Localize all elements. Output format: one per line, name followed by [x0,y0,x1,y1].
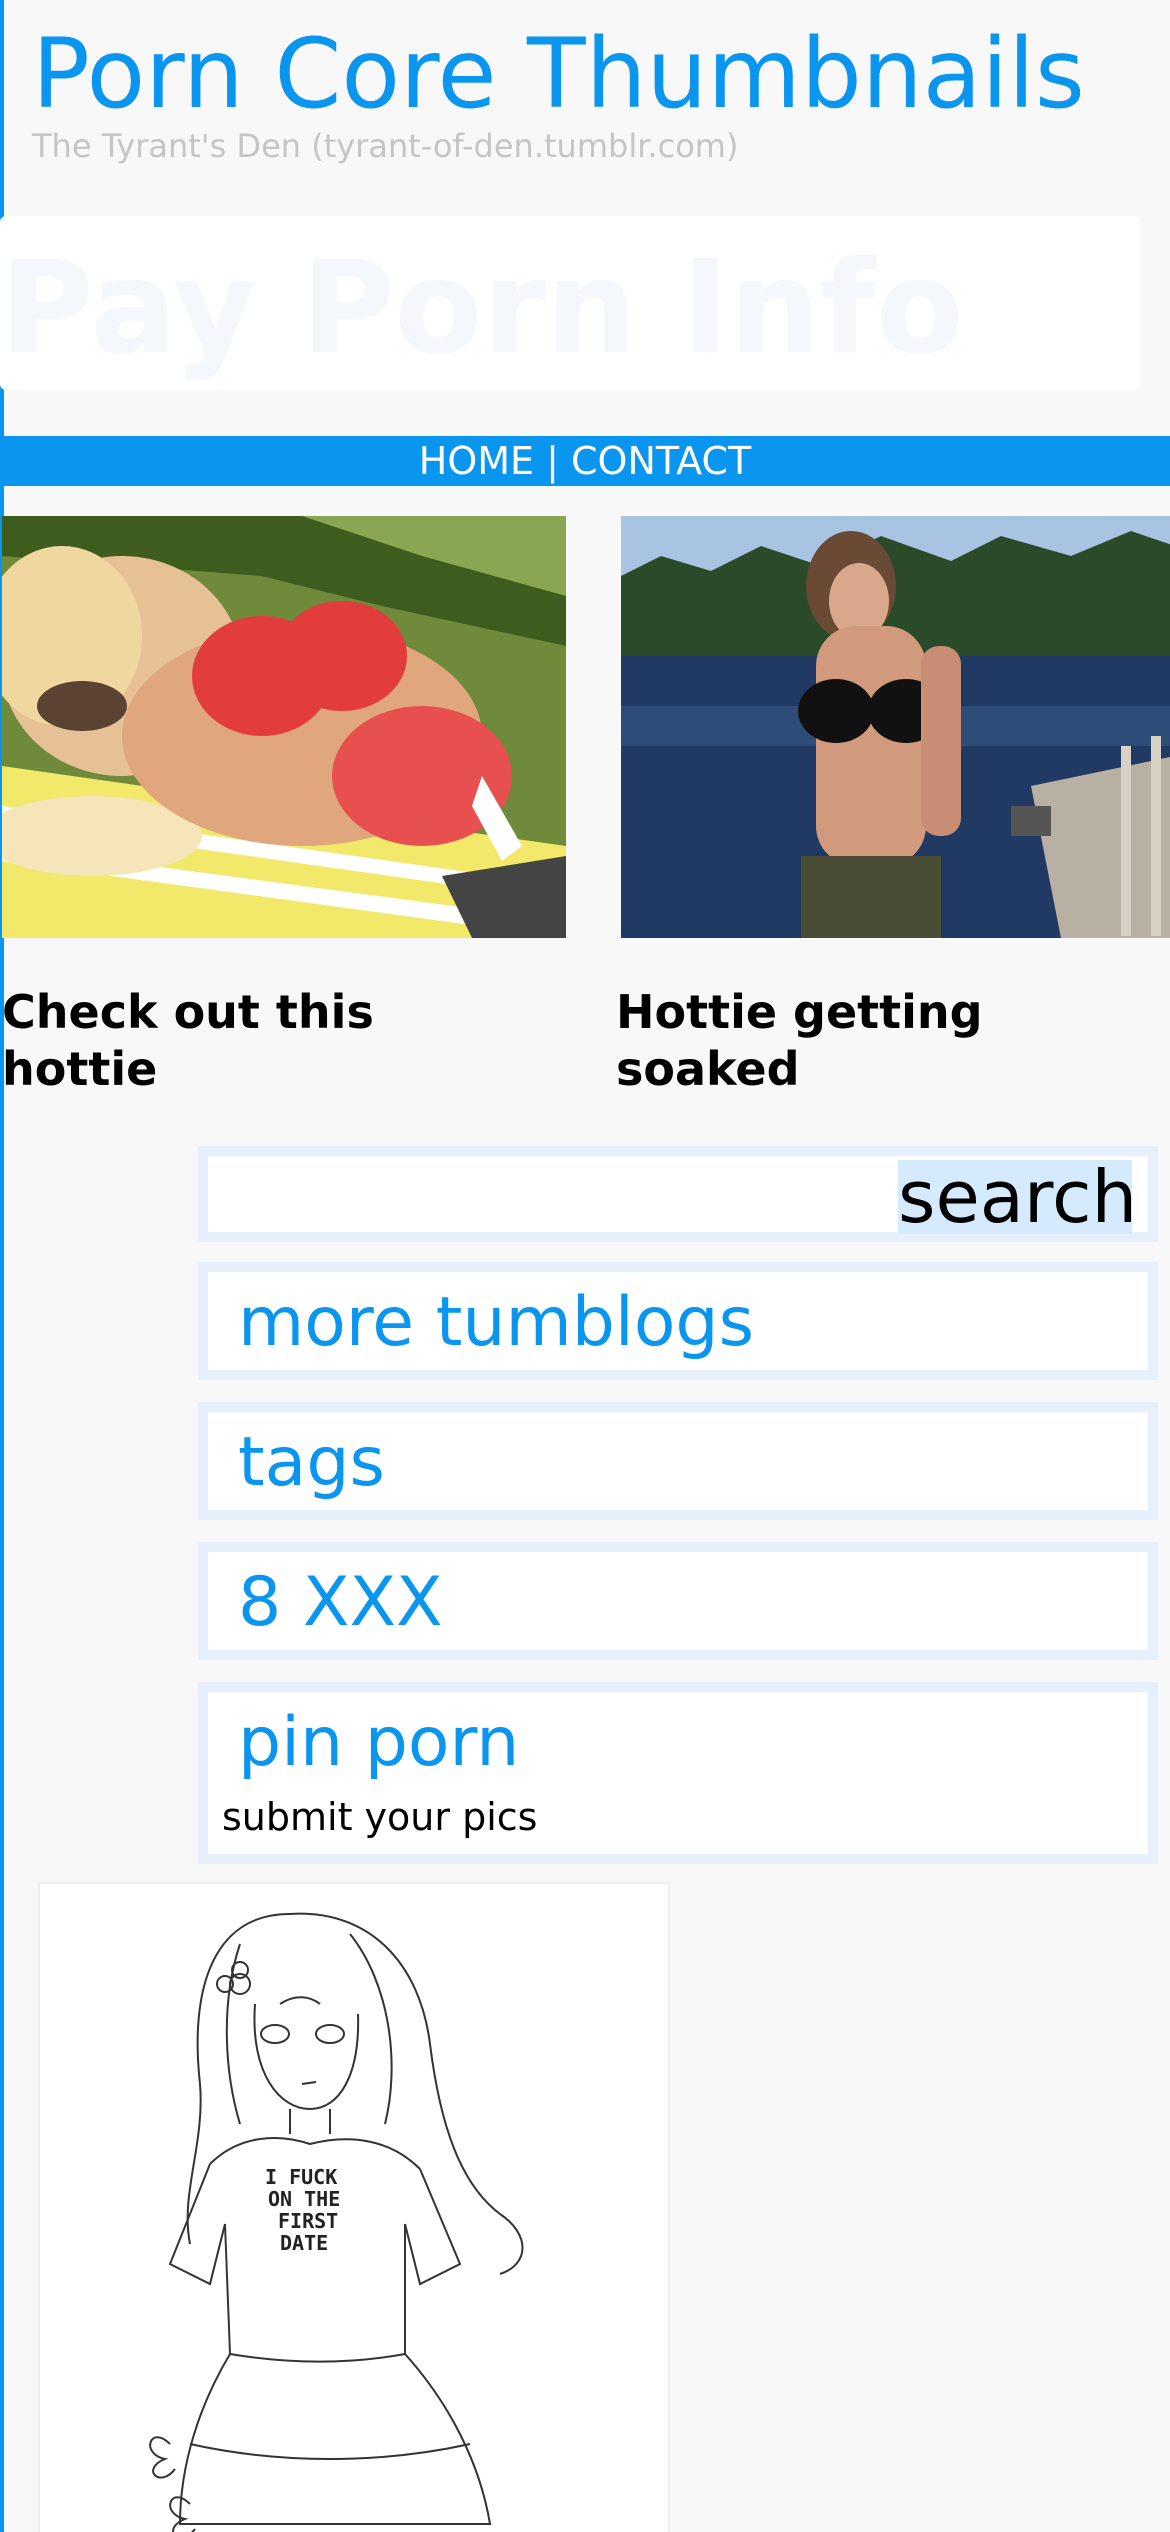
shirt-text-line-4: DATE [280,2231,328,2255]
tags-box: tags [198,1402,1158,1520]
shirt-text-line-2: ON THE [268,2187,340,2211]
site-subtitle: The Tyrant's Den (tyrant-of-den.tumblr.c… [32,127,739,165]
sketch-card[interactable]: I FUCK ON THE FIRST DATE [38,1882,670,2532]
nav-bar: HOME | CONTACT [0,436,1170,486]
banner-text: Pay Porn Info [0,234,964,383]
nav-separator: | [534,439,572,483]
post-caption-2[interactable]: Hottie getting soaked [616,984,1136,1098]
post-thumbnail-1-image [2,516,566,938]
banner-ad[interactable]: Pay Porn Info [0,216,1140,390]
post-thumbnail-2-image [621,516,1170,938]
post-thumbnail-2[interactable] [616,516,1170,938]
search-button[interactable]: search [898,1160,1137,1234]
search-input[interactable] [208,1156,898,1232]
pin-porn-link[interactable]: pin porn [238,1698,519,1788]
nav-contact-link[interactable]: CONTACT [571,439,751,483]
8-xxx-link[interactable]: 8 XXX [238,1558,443,1648]
post-caption-1[interactable]: Check out this hottie [2,984,522,1098]
site-title[interactable]: Porn Core Thumbnails [32,14,1085,134]
pin-porn-subtext: submit your pics [222,1795,538,1839]
nav-home-link[interactable]: HOME [419,439,534,483]
tags-link[interactable]: tags [238,1418,385,1508]
search-box: search [198,1146,1158,1242]
post-thumbnail-1[interactable] [2,516,566,938]
sketch-illustration: I FUCK ON THE FIRST DATE [149,1912,524,2532]
pin-porn-box: pin porn submit your pics [198,1682,1158,1864]
more-tumblogs-box: more tumblogs [198,1262,1158,1380]
more-tumblogs-link[interactable]: more tumblogs [238,1278,754,1368]
shirt-text-line-3: FIRST [278,2209,338,2233]
page: Porn Core Thumbnails The Tyrant's Den (t… [0,0,1170,2532]
shirt-text-line-1: I FUCK [265,2165,337,2189]
8-xxx-box: 8 XXX [198,1542,1158,1660]
